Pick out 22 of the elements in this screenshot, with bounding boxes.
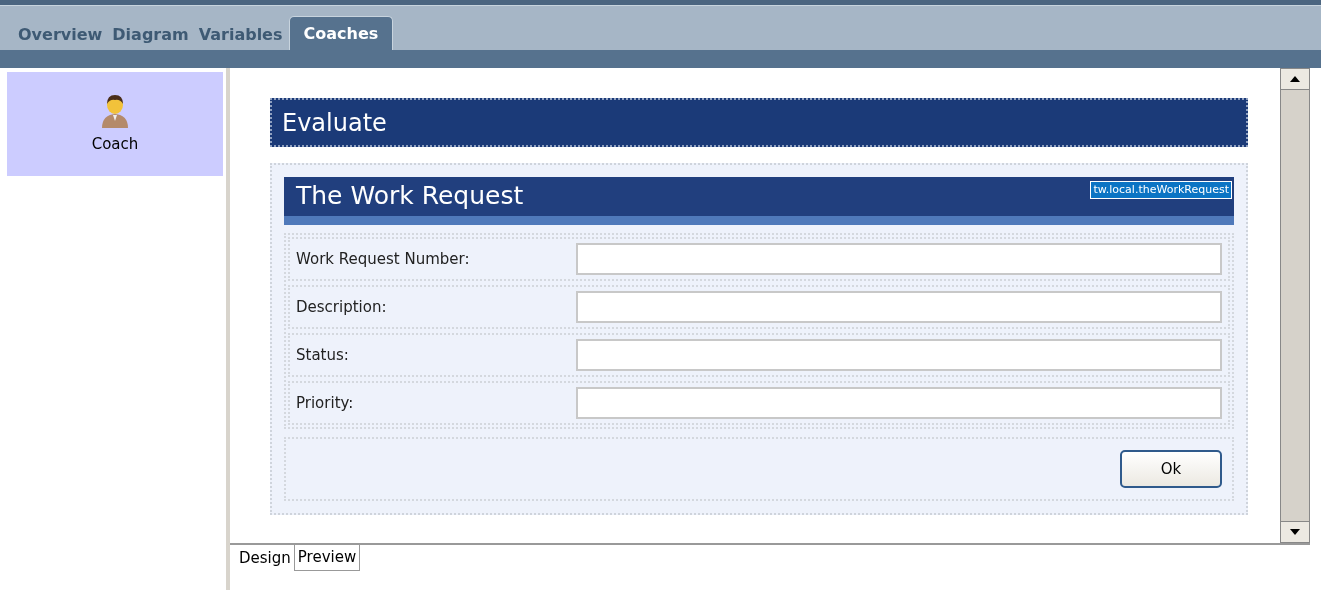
- binding-badge: tw.local.theWorkRequest: [1090, 181, 1232, 199]
- input-field[interactable]: [576, 291, 1222, 323]
- tab[interactable]: Coaches: [288, 16, 394, 50]
- ok-button[interactable]: Ok: [1120, 450, 1222, 488]
- scroll-down-button[interactable]: [1280, 521, 1310, 543]
- field-label: Status:: [296, 344, 350, 366]
- section-title: The Work Request: [296, 180, 524, 212]
- tab[interactable]: Preview: [293, 545, 361, 571]
- up-arrow-icon: [1290, 76, 1300, 82]
- person-icon: [100, 92, 130, 129]
- coach-title: Evaluate: [282, 107, 387, 139]
- input-field[interactable]: [576, 243, 1222, 275]
- sidebar-item-label: Coach: [91, 133, 139, 155]
- vertical-scrollbar[interactable]: [1280, 68, 1310, 543]
- field-label: Description:: [296, 296, 388, 318]
- field-label: Priority:: [296, 392, 355, 414]
- input-field[interactable]: [576, 339, 1222, 371]
- field-label: Work Request Number:: [296, 248, 471, 270]
- input-field[interactable]: [576, 387, 1222, 419]
- sidebar-item[interactable]: Coach: [7, 72, 223, 176]
- scroll-up-button[interactable]: [1280, 68, 1310, 90]
- down-arrow-icon: [1290, 529, 1300, 535]
